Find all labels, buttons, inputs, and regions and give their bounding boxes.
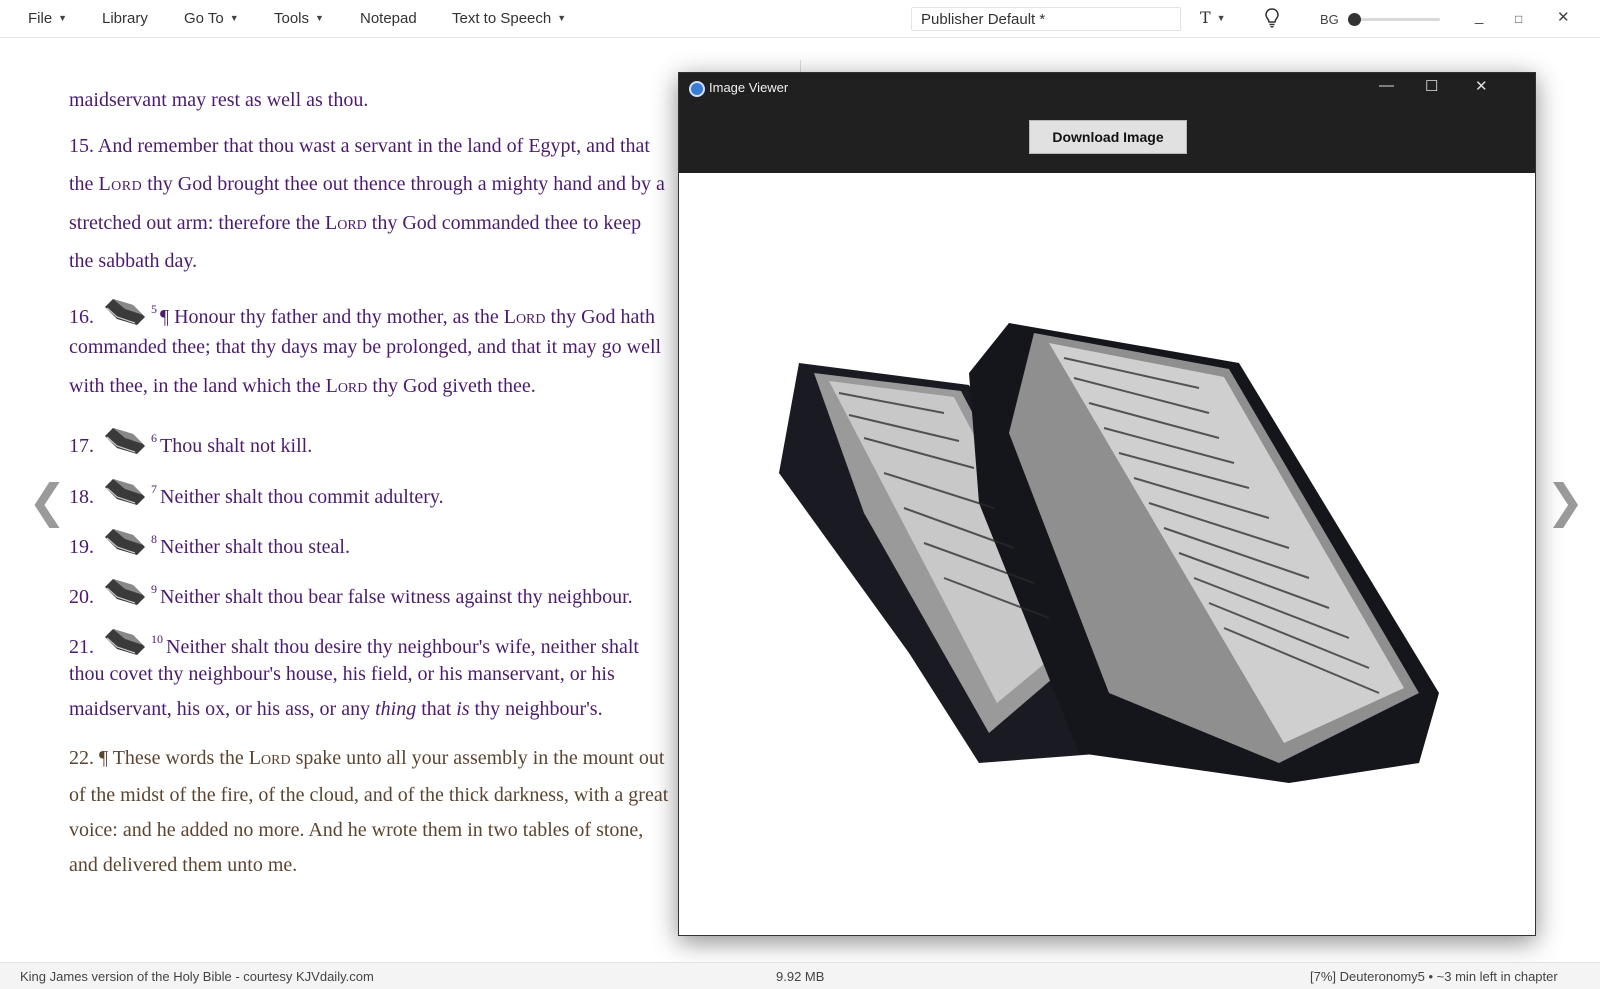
- menu-bar: File ▼ Library Go To ▼ Tools ▼ Notepad Text…: [0, 0, 1600, 38]
- menu-file[interactable]: File ▼: [28, 10, 67, 27]
- book-icon[interactable]: [103, 627, 147, 657]
- menu-notepad[interactable]: Notepad: [360, 10, 417, 27]
- chevron-down-icon: ▼: [58, 13, 68, 23]
- book-icon[interactable]: [103, 577, 147, 607]
- download-image-button[interactable]: Download Image: [1029, 120, 1187, 154]
- bg-slider-knob[interactable]: [1348, 13, 1361, 26]
- menu-library[interactable]: Library: [102, 10, 148, 27]
- lightbulb-icon[interactable]: [1265, 8, 1279, 33]
- stone-tablets-image: [679, 173, 1535, 935]
- menu-tools[interactable]: Tools ▼: [274, 10, 324, 27]
- window-maximize-button[interactable]: □: [1515, 12, 1522, 26]
- chevron-down-icon: ▼: [1216, 13, 1226, 23]
- menu-goto[interactable]: Go To ▼: [184, 10, 239, 27]
- chevron-down-icon: ▼: [557, 13, 567, 23]
- status-bar: King James version of the Holy Bible - c…: [0, 962, 1600, 989]
- image-viewer-title: Image Viewer: [709, 80, 789, 95]
- bg-slider-track[interactable]: [1352, 18, 1440, 21]
- book-icon[interactable]: [103, 426, 147, 456]
- viewer-minimize-button[interactable]: —: [1379, 77, 1394, 94]
- window-minimize-button[interactable]: _: [1475, 8, 1483, 25]
- chevron-down-icon: ▼: [229, 13, 239, 23]
- bg-label: BG: [1320, 12, 1339, 27]
- style-select[interactable]: Publisher Default *: [911, 7, 1181, 31]
- font-size-button[interactable]: T ▼: [1200, 8, 1226, 28]
- image-viewer-titlebar[interactable]: Image Viewer — ☐ ✕ Download Image: [679, 73, 1535, 173]
- status-file-size: 9.92 MB: [776, 969, 825, 984]
- status-source: King James version of the Holy Bible - c…: [20, 969, 374, 984]
- image-viewer-window: Image Viewer — ☐ ✕ Download Image: [678, 72, 1536, 936]
- app-icon: [689, 81, 705, 97]
- book-icon[interactable]: [103, 527, 147, 557]
- chevron-down-icon: ▼: [315, 13, 324, 23]
- status-progress: [7%] Deuteronomy5 • ~3 min left in chapt…: [1310, 969, 1558, 984]
- book-icon[interactable]: [103, 297, 147, 327]
- window-close-button[interactable]: ✕: [1557, 8, 1570, 26]
- viewer-maximize-button[interactable]: ☐: [1425, 77, 1438, 95]
- next-page-arrow-icon[interactable]: ❯: [1546, 474, 1585, 528]
- viewer-close-button[interactable]: ✕: [1475, 77, 1488, 95]
- book-icon[interactable]: [103, 477, 147, 507]
- stone-tablets-icon: [779, 323, 1439, 783]
- previous-page-arrow-icon[interactable]: ❮: [28, 474, 67, 528]
- menu-text-to-speech[interactable]: Text to Speech ▼: [452, 10, 566, 27]
